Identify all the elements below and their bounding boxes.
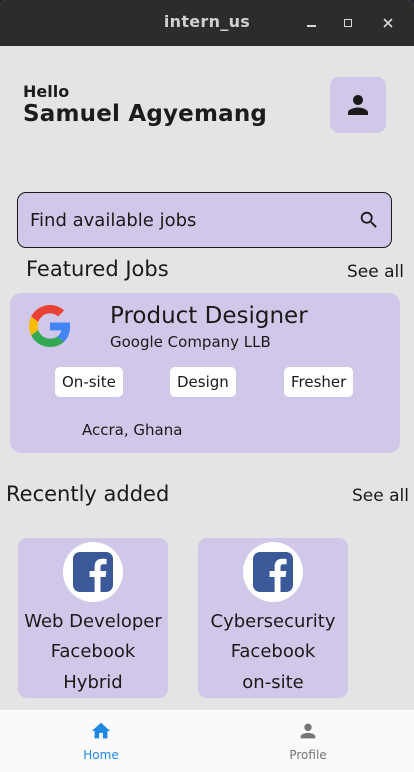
nav-label-home: Home — [83, 748, 119, 762]
user-name: Samuel Agyemang — [23, 101, 268, 127]
app-window: intern_us Hello Samuel Agyemang Featured… — [0, 0, 414, 772]
facebook-icon — [253, 552, 293, 592]
close-icon — [383, 18, 393, 28]
featured-job-location: Accra, Ghana — [82, 421, 183, 439]
recent-job-title: Cybersecurity — [210, 611, 336, 632]
minimize-icon — [306, 25, 316, 27]
featured-job-title: Product Designer — [110, 303, 308, 329]
home-icon — [91, 722, 111, 739]
search-input[interactable] — [30, 205, 350, 235]
maximize-icon — [344, 19, 352, 27]
title-bar[interactable]: intern_us — [0, 0, 414, 46]
recent-see-all-link[interactable]: See all — [352, 486, 409, 506]
featured-job-card[interactable]: Product Designer Google Company LLB On-s… — [10, 293, 400, 453]
search-icon[interactable] — [358, 209, 380, 231]
profile-avatar-button[interactable] — [330, 77, 386, 133]
greeting-text: Hello — [23, 82, 70, 101]
job-tag: Fresher — [284, 367, 354, 397]
recently-added-title: Recently added — [6, 482, 170, 506]
bottom-navigation: Home Profile — [0, 710, 414, 772]
featured-see-all-link[interactable]: See all — [347, 262, 404, 282]
job-tag: Design — [170, 367, 236, 397]
job-tag: On-site — [55, 367, 123, 397]
recent-job-mode: Hybrid — [63, 672, 123, 693]
recent-job-company: Facebook — [230, 641, 316, 662]
featured-job-company: Google Company LLB — [110, 333, 271, 351]
facebook-logo — [63, 542, 123, 602]
recent-job-title: Web Developer — [24, 611, 162, 632]
person-icon — [348, 95, 368, 115]
recent-job-card[interactable]: Cybersecurity Facebook on-site — [198, 538, 348, 698]
recent-job-company: Facebook — [50, 641, 136, 662]
nav-item-profile[interactable]: Profile — [268, 720, 348, 762]
minimize-button[interactable] — [300, 12, 322, 34]
recent-job-card[interactable]: Web Developer Facebook Hybrid — [18, 538, 168, 698]
search-bar[interactable] — [17, 192, 392, 248]
facebook-logo — [243, 542, 303, 602]
nav-item-home[interactable]: Home — [61, 720, 141, 762]
person-icon — [300, 723, 316, 739]
maximize-button[interactable] — [337, 12, 359, 34]
close-button[interactable] — [377, 12, 399, 34]
featured-jobs-title: Featured Jobs — [26, 257, 169, 281]
nav-label-profile: Profile — [289, 748, 327, 762]
facebook-icon — [73, 552, 113, 592]
google-logo-icon — [29, 305, 71, 347]
recent-job-mode: on-site — [242, 672, 304, 693]
